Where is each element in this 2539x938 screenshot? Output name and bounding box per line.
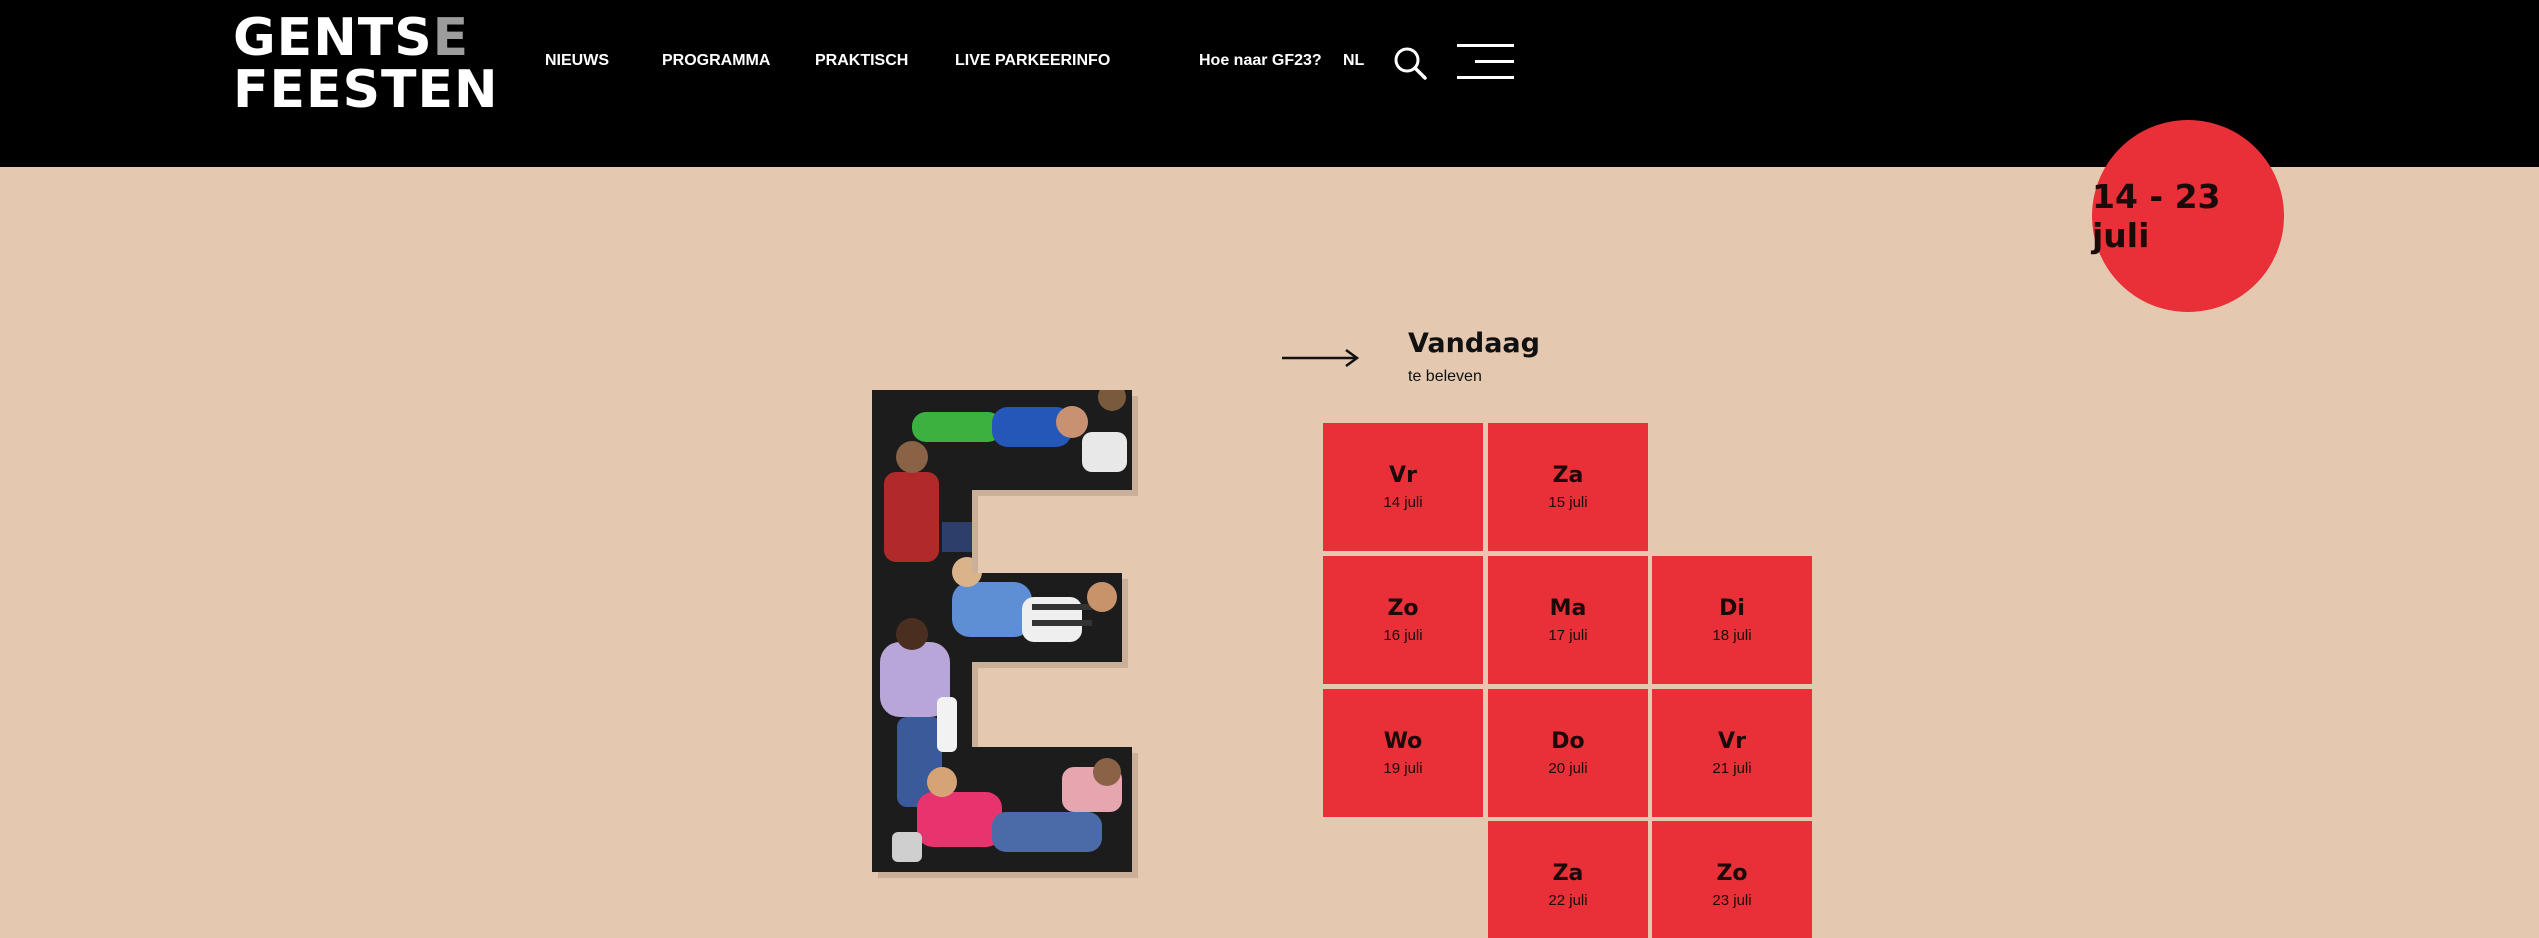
day-date: 18 juli [1712,627,1752,644]
day-tile-22-juli[interactable]: Za 22 juli [1488,821,1648,938]
day-name: Za [1552,861,1584,886]
language-switch[interactable]: NL [1343,52,1364,70]
gentse-feesten-logo[interactable]: GENTSE FEESTEN [233,12,499,116]
day-name: Vr [1718,729,1746,754]
day-name: Za [1552,463,1584,488]
day-date: 23 juli [1712,892,1752,909]
day-tile-23-juli[interactable]: Zo 23 juli [1652,821,1812,938]
day-date: 21 juli [1712,760,1752,777]
day-date: 19 juli [1383,760,1423,777]
day-tile-19-juli[interactable]: Wo 19 juli [1323,689,1483,817]
day-tile-15-juli[interactable]: Za 15 juli [1488,423,1648,551]
day-tile-20-juli[interactable]: Do 20 juli [1488,689,1648,817]
day-name: Di [1719,596,1745,621]
festival-dates-badge: 14 - 23 juli [2092,120,2284,312]
today-subtitle: te beleven [1408,368,1482,385]
day-date: 14 juli [1383,494,1423,511]
day-name: Wo [1383,729,1423,754]
day-tile-14-juli[interactable]: Vr 14 juli [1323,423,1483,551]
day-tile-18-juli[interactable]: Di 18 juli [1652,556,1812,684]
nav-item-praktisch[interactable]: PRAKTISCH [815,52,908,70]
day-date: 22 juli [1548,892,1588,909]
day-date: 16 juli [1383,627,1423,644]
nav-item-nieuws[interactable]: NIEUWS [545,52,609,70]
day-name: Do [1551,729,1585,754]
arrow-right-icon [1282,348,1360,368]
day-name: Vr [1389,463,1417,488]
day-tile-17-juli[interactable]: Ma 17 juli [1488,556,1648,684]
logo-line2: FEESTEN [233,60,499,120]
nav-item-programma[interactable]: PROGRAMMA [662,52,770,70]
day-tile-21-juli[interactable]: Vr 21 juli [1652,689,1812,817]
hamburger-menu-icon[interactable] [1457,44,1514,80]
day-name: Zo [1387,596,1419,621]
day-name: Ma [1549,596,1587,621]
logo-line1: GENTSE [233,8,470,68]
today-title[interactable]: Vandaag [1408,328,1540,359]
day-date: 15 juli [1548,494,1588,511]
letter-e-photo [872,390,1138,878]
search-icon[interactable] [1393,46,1427,80]
route-link[interactable]: Hoe naar GF23? [1199,52,1322,70]
day-date: 17 juli [1548,627,1588,644]
day-date: 20 juli [1548,760,1588,777]
day-name: Zo [1716,861,1748,886]
day-tile-16-juli[interactable]: Zo 16 juli [1323,556,1483,684]
nav-item-live-parkeerinfo[interactable]: LIVE PARKEERINFO [955,52,1110,70]
